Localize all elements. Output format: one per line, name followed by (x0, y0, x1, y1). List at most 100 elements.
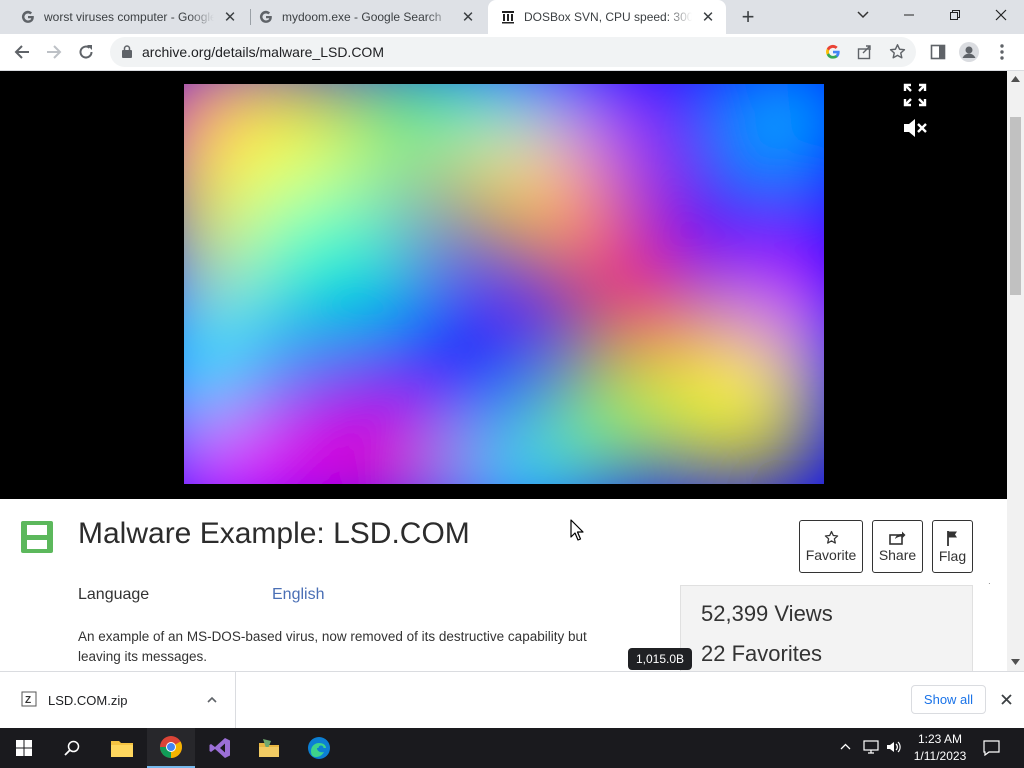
arrow-right-icon (47, 45, 62, 59)
google-translate-icon[interactable] (825, 44, 841, 65)
chrome-taskbar-button[interactable] (147, 728, 195, 768)
restore-button[interactable] (932, 0, 978, 30)
forward-button[interactable] (40, 38, 68, 66)
clock-date: 1/11/2023 (913, 749, 967, 763)
close-window-button[interactable] (978, 0, 1024, 30)
dot-marker: · (988, 579, 991, 588)
close-icon[interactable]: ✕ (220, 7, 240, 27)
zip-file-icon: Z (21, 691, 37, 707)
profile-button[interactable] (955, 38, 983, 66)
flag-icon (946, 530, 957, 546)
download-file-name: LSD.COM.zip (48, 693, 128, 708)
restore-icon (950, 10, 960, 20)
star-icon (824, 530, 838, 544)
network-icon[interactable] (863, 740, 879, 754)
language-link[interactable]: English (272, 586, 324, 604)
plus-icon: + (741, 4, 755, 29)
chevron-up-icon[interactable] (840, 743, 851, 750)
emulator-player (0, 71, 1007, 499)
search-icon (64, 740, 80, 756)
language-label: Language (78, 586, 150, 603)
side-panel-icon (930, 44, 946, 60)
download-bar: Z LSD.COM.zip Show all (0, 671, 1024, 728)
close-icon[interactable] (1001, 694, 1012, 705)
kebab-menu-icon (1000, 44, 1004, 60)
address-bar[interactable]: archive.org/details/malware_LSD.COM (110, 37, 916, 67)
share-label: Share (878, 547, 917, 563)
tab-mydoom[interactable]: mydoom.exe - Google Search ✕ (246, 0, 486, 34)
size-tooltip: 1,015.0B (628, 648, 693, 670)
google-icon (20, 9, 36, 25)
browser-toolbar: archive.org/details/malware_LSD.COM (0, 34, 1024, 71)
tab-title: DOSBox SVN, CPU speed: 3000 cycles (524, 10, 692, 24)
tab-dosbox[interactable]: DOSBox SVN, CPU speed: 3000 cycles ✕ (488, 0, 726, 34)
share-button[interactable]: Share (872, 520, 923, 573)
new-tab-button[interactable]: + (734, 4, 762, 30)
tab-search-button[interactable] (840, 0, 886, 30)
show-all-button[interactable]: Show all (911, 685, 986, 714)
chrome-icon (160, 736, 182, 758)
scroll-up-arrow-icon[interactable] (1011, 76, 1020, 82)
fullscreen-button[interactable] (903, 83, 927, 112)
share-icon (889, 531, 906, 545)
scroll-down-arrow-icon[interactable] (1011, 659, 1020, 665)
share-page-icon[interactable] (857, 44, 873, 65)
arrow-left-icon (14, 45, 29, 59)
archive-org-icon (500, 9, 516, 25)
minimize-button[interactable] (886, 0, 932, 30)
app-taskbar-button[interactable] (245, 728, 293, 768)
close-icon[interactable]: ✕ (458, 7, 478, 27)
dosbox-screen[interactable] (184, 84, 824, 484)
svg-text:Z: Z (25, 695, 31, 706)
description-line-2: leaving its messages. (78, 649, 208, 664)
page-content: Malware Example: LSD.COM Favorite Share … (0, 71, 1007, 671)
windows-taskbar: 1:23 AM 1/11/2023 (0, 728, 1024, 768)
avatar-icon (959, 42, 979, 62)
description-line-1: An example of an MS-DOS-based virus, now… (78, 629, 587, 644)
chevron-down-icon (857, 11, 869, 19)
start-button[interactable] (0, 728, 48, 768)
visual-studio-icon (209, 738, 230, 758)
chevron-up-icon[interactable] (207, 696, 217, 703)
favorite-label: Favorite (805, 547, 857, 563)
side-panel-button[interactable] (924, 38, 952, 66)
clock-time: 1:23 AM (917, 732, 963, 746)
page-scrollbar[interactable] (1007, 71, 1024, 671)
stats-panel: 52,399 Views 22 Favorites (680, 585, 973, 671)
close-icon[interactable]: ✕ (698, 7, 718, 27)
favorite-button[interactable]: Favorite (799, 520, 863, 573)
back-button[interactable] (8, 38, 36, 66)
close-icon (995, 9, 1007, 21)
mouse-cursor-icon (570, 519, 584, 541)
google-icon (258, 9, 274, 25)
minimize-icon (904, 14, 914, 16)
flag-button[interactable]: Flag (932, 520, 973, 573)
lock-icon (122, 45, 132, 58)
windows-logo-icon (16, 740, 32, 756)
mute-button[interactable] (902, 116, 928, 145)
floppy-disk-icon (21, 521, 53, 558)
notifications-icon[interactable] (983, 740, 1000, 756)
url-text: archive.org/details/malware_LSD.COM (142, 44, 384, 60)
speaker-muted-icon (904, 119, 927, 137)
tab-worst-viruses[interactable]: worst viruses computer - Google ✕ (8, 0, 248, 34)
archive-folder-icon (259, 739, 279, 757)
fullscreen-icon (903, 83, 927, 107)
file-explorer-button[interactable] (98, 728, 146, 768)
flag-label: Flag (938, 547, 967, 564)
reload-button[interactable] (72, 38, 100, 66)
bookmark-star-icon[interactable] (889, 43, 906, 65)
tab-title: mydoom.exe - Google Search (282, 10, 442, 24)
edge-taskbar-button[interactable] (295, 728, 343, 768)
scrollbar-thumb[interactable] (1010, 117, 1021, 295)
download-item[interactable]: Z LSD.COM.zip (0, 672, 236, 728)
favorites-count: 22 Favorites (701, 641, 823, 666)
clock[interactable]: 1:23 AM 1/11/2023 (912, 731, 968, 765)
search-button[interactable] (48, 728, 96, 768)
visual-studio-button[interactable] (196, 728, 244, 768)
page-title: Malware Example: LSD.COM (78, 517, 470, 550)
reload-icon (79, 45, 93, 59)
volume-icon[interactable] (886, 740, 902, 754)
edge-icon (308, 737, 330, 759)
menu-button[interactable] (988, 38, 1016, 66)
